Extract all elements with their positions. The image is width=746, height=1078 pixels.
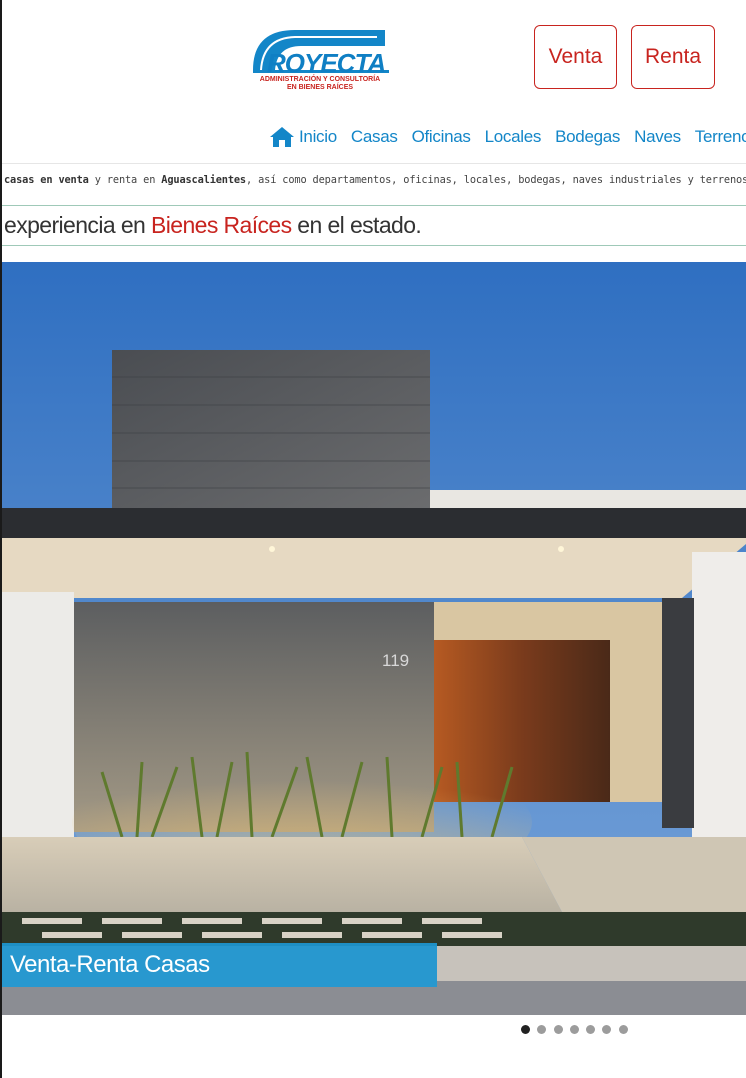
logo-wordmark: ROYECTA bbox=[267, 48, 386, 78]
tagline-before: experiencia en bbox=[4, 212, 151, 238]
intro-text: casas en venta y renta en Aguascalientes… bbox=[4, 174, 746, 186]
slider-dot-5[interactable] bbox=[586, 1025, 596, 1034]
divider bbox=[2, 205, 746, 206]
venta-button[interactable]: Venta bbox=[534, 25, 617, 89]
main-nav: Inicio Casas Oficinas Locales Bodegas Na… bbox=[269, 124, 746, 150]
slider-dot-3[interactable] bbox=[553, 1025, 563, 1034]
hero-slider[interactable]: 119 Venta-Renta Casas bbox=[2, 262, 746, 1015]
logo-tagline-line2: EN BIENES RAÍCES bbox=[286, 84, 354, 91]
intro-emphasis-1: casas en venta bbox=[4, 174, 89, 186]
nav-item-locales[interactable]: Locales bbox=[485, 127, 542, 147]
nav-item-label: Inicio bbox=[299, 127, 337, 146]
slider-pagination bbox=[521, 1025, 635, 1034]
slider-dot-2[interactable] bbox=[537, 1025, 547, 1034]
slider-dot-6[interactable] bbox=[602, 1025, 612, 1034]
slider-dot-1[interactable] bbox=[521, 1025, 530, 1034]
nav-item-oficinas[interactable]: Oficinas bbox=[412, 127, 471, 147]
house-number: 119 bbox=[382, 651, 409, 670]
logo-tagline-line1: ADMINISTRACIÓN Y CONSULTORÍA bbox=[259, 76, 381, 83]
slide-caption[interactable]: Venta-Renta Casas bbox=[2, 943, 437, 987]
slide-image-house: 119 bbox=[2, 262, 746, 1015]
logo[interactable]: ROYECTA ADMINISTRACIÓN Y CONSULTORÍA EN … bbox=[247, 24, 393, 96]
nav-item-naves[interactable]: Naves bbox=[634, 127, 681, 147]
tagline-after: en el estado. bbox=[291, 212, 422, 238]
logo-tagline: ADMINISTRACIÓN Y CONSULTORÍA EN BIENES R… bbox=[247, 76, 393, 92]
home-icon bbox=[270, 127, 294, 147]
tagline-highlight: Bienes Raíces bbox=[151, 212, 292, 238]
intro-text-2: y renta en bbox=[88, 174, 162, 186]
nav-item-bodegas[interactable]: Bodegas bbox=[555, 127, 620, 147]
intro-emphasis-2: Aguascalientes bbox=[161, 174, 246, 186]
renta-button[interactable]: Renta bbox=[631, 25, 715, 89]
nav-item-terrenos[interactable]: Terrenos bbox=[695, 127, 746, 147]
nav-item-inicio[interactable]: Inicio bbox=[269, 126, 337, 148]
divider bbox=[2, 163, 746, 164]
slider-dot-7[interactable] bbox=[618, 1025, 628, 1034]
nav-item-casas[interactable]: Casas bbox=[351, 127, 398, 147]
divider bbox=[2, 245, 746, 246]
tagline: experiencia en Bienes Raíces en el estad… bbox=[4, 212, 422, 239]
slider-dot-4[interactable] bbox=[569, 1025, 579, 1034]
intro-text-4: , así como departamentos, oficinas, loca… bbox=[246, 174, 746, 186]
